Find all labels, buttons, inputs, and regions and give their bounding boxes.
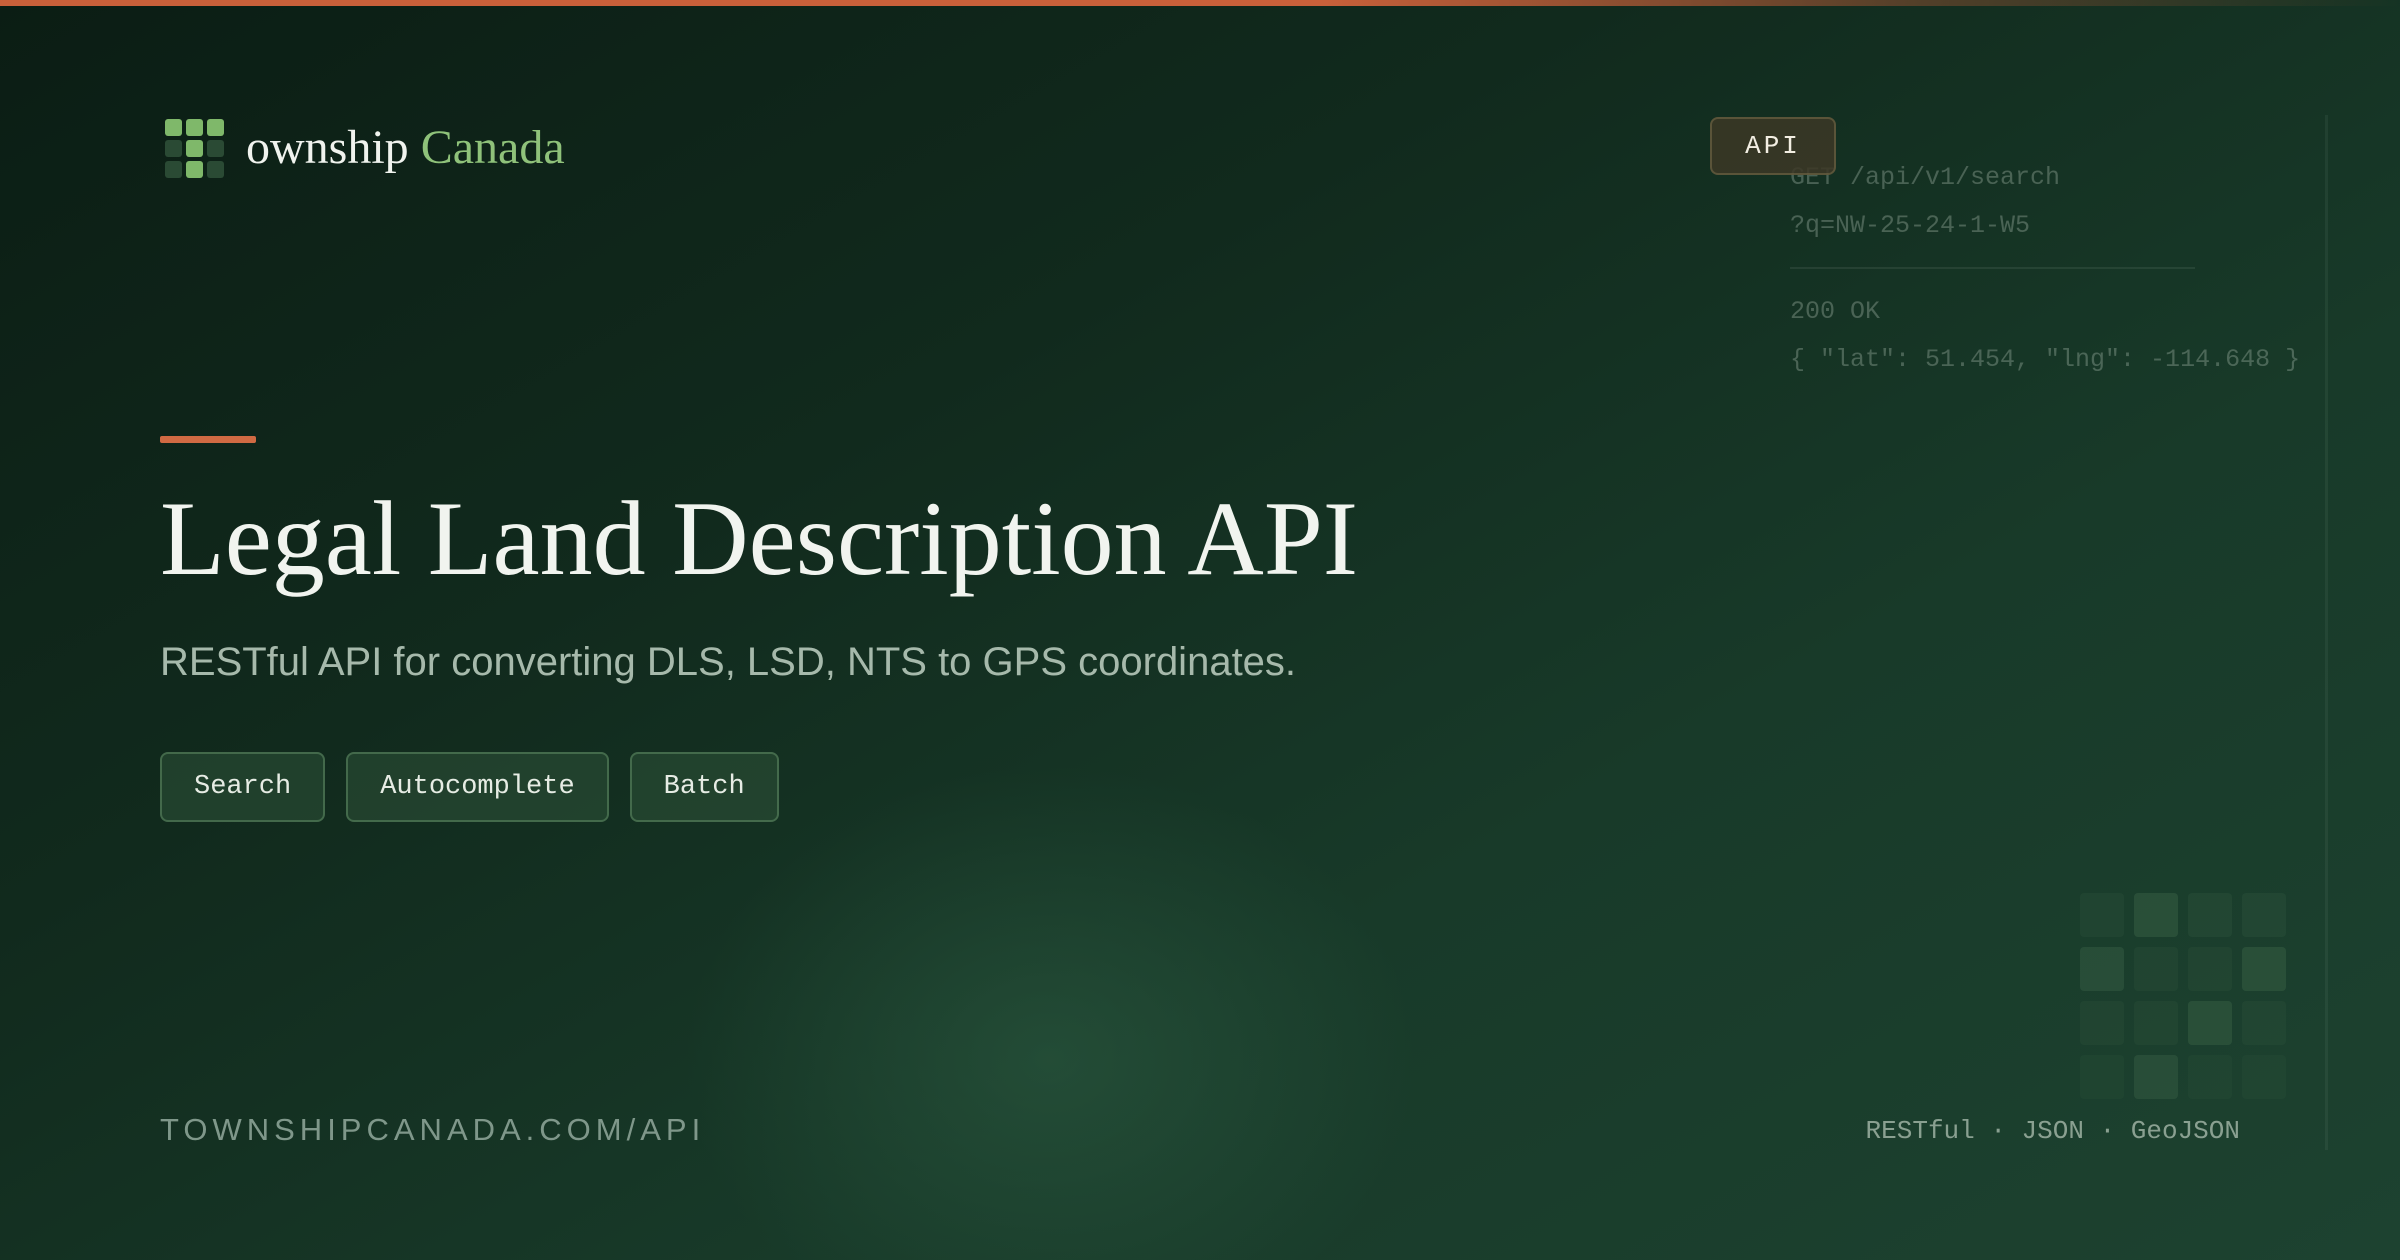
brand-name: ownship Canada bbox=[246, 124, 565, 172]
page-title: Legal Land Description API bbox=[160, 480, 1359, 597]
chip-batch[interactable]: Batch bbox=[629, 752, 779, 822]
api-badge: API bbox=[1710, 117, 1836, 175]
footer-url[interactable]: TOWNSHIPCANADA.COM/API bbox=[160, 1112, 705, 1148]
title-accent-bar bbox=[160, 436, 256, 443]
brand-name-part-1: ownship bbox=[246, 121, 409, 174]
code-response-line: { "lat": 51.454, "lng": -114.648 } bbox=[1790, 345, 2301, 374]
hero-banner: ownship Canada API GET /api/v1/search ?q=… bbox=[0, 0, 2400, 1260]
footer-tags: RESTful · JSON · GeoJSON bbox=[1865, 1116, 2240, 1146]
page-subtitle: RESTful API for converting DLS, LSD, NTS… bbox=[160, 640, 1297, 684]
brand-name-part-2: Canada bbox=[420, 121, 565, 174]
grid-logo-icon bbox=[165, 118, 224, 178]
chip-search[interactable]: Search bbox=[160, 752, 326, 822]
top-accent-bar bbox=[0, 0, 2400, 6]
chip-autocomplete[interactable]: Autocomplete bbox=[346, 752, 609, 822]
vertical-divider bbox=[2325, 115, 2328, 1150]
code-query-line: ?q=NW-25-24-1-W5 bbox=[1790, 211, 2031, 240]
decorative-grid bbox=[2080, 893, 2286, 1099]
feature-chips: Search Autocomplete Batch bbox=[160, 752, 779, 822]
brand-logo[interactable]: ownship Canada bbox=[165, 115, 565, 181]
code-divider bbox=[1790, 267, 2195, 269]
code-status-line: 200 OK bbox=[1790, 297, 1881, 326]
